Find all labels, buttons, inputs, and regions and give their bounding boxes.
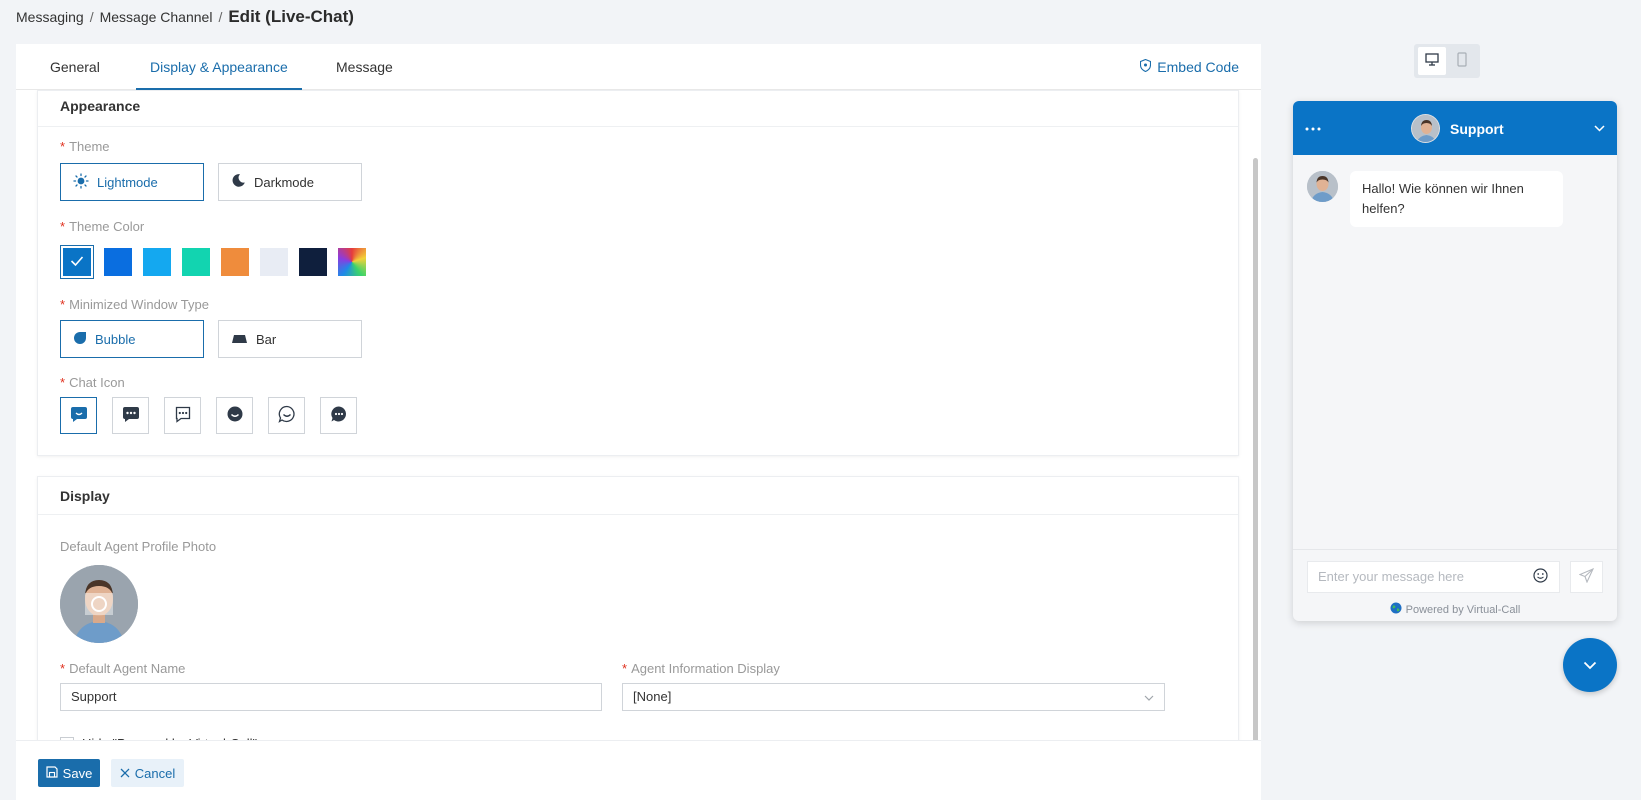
chat-dots-outline-icon xyxy=(174,405,192,426)
widget-title-group: Support xyxy=(1411,114,1504,143)
avatar xyxy=(1307,171,1338,202)
preview-device-toggle xyxy=(1414,44,1480,78)
message-input[interactable]: Enter your message here xyxy=(1307,561,1560,593)
breadcrumb-item-message-channel[interactable]: Message Channel xyxy=(100,9,213,25)
check-icon xyxy=(70,254,84,270)
tab-message[interactable]: Message xyxy=(336,44,393,90)
tab-general[interactable]: General xyxy=(50,44,100,90)
minimized-window-type-label: * Minimized Window Type xyxy=(60,297,209,312)
desktop-preview-button[interactable] xyxy=(1418,47,1446,75)
bubble-icon xyxy=(73,331,87,348)
save-button[interactable]: Save xyxy=(38,759,100,787)
color-swatch-orange[interactable] xyxy=(221,248,249,276)
theme-option-lightmode[interactable]: Lightmode xyxy=(60,163,204,201)
color-swatch-royal-blue[interactable] xyxy=(104,248,132,276)
emoji-icon[interactable] xyxy=(1533,568,1548,586)
cancel-button[interactable]: Cancel xyxy=(111,759,184,787)
color-swatch-light-gray[interactable] xyxy=(260,248,288,276)
avatar xyxy=(1411,114,1440,143)
embed-code-label: Embed Code xyxy=(1157,59,1239,75)
desktop-icon xyxy=(1425,53,1439,69)
bar-icon xyxy=(231,332,248,347)
action-footer: Save Cancel xyxy=(16,740,1261,800)
settings-scroll-area[interactable]: Appearance * Theme Lightmode Darkmode * Th… xyxy=(16,90,1261,784)
theme-color-label: * Theme Color xyxy=(60,219,145,234)
powered-by-label: Powered by Virtual-Call xyxy=(1405,603,1521,616)
more-options-icon[interactable] xyxy=(1305,115,1321,136)
theme-option-darkmode[interactable]: Darkmode xyxy=(218,163,362,201)
breadcrumb-item-messaging[interactable]: Messaging xyxy=(16,9,84,25)
color-swatch-blue[interactable] xyxy=(60,245,94,279)
embed-code-link[interactable]: Embed Code xyxy=(1140,58,1239,75)
color-swatch-sky-blue[interactable] xyxy=(143,248,171,276)
chat-icon-options xyxy=(60,397,360,435)
chat-icon-option-4[interactable] xyxy=(216,397,253,434)
mobile-icon xyxy=(1457,52,1467,70)
chat-icon-option-1[interactable] xyxy=(60,397,97,434)
chat-smile-icon xyxy=(70,405,88,426)
chevron-down-icon[interactable] xyxy=(1594,119,1605,135)
agent-message: Hallo! Wie können wir Ihnen helfen? xyxy=(1307,171,1563,227)
send-icon xyxy=(1578,567,1595,586)
agent-name-label: * Default Agent Name xyxy=(60,661,186,676)
chat-icon-option-5[interactable] xyxy=(268,397,305,434)
window-type-label: Bar xyxy=(256,331,277,347)
agent-name-input[interactable]: Support xyxy=(60,683,602,711)
widget-header-title: Support xyxy=(1450,120,1504,137)
widget-composer: Enter your message here Powered by Virtu… xyxy=(1293,549,1617,621)
chat-round-dots-icon xyxy=(330,405,348,426)
chat-widget-preview: Support Hallo! Wie können wir Ihnen helf… xyxy=(1293,101,1617,621)
window-type-option-bubble[interactable]: Bubble xyxy=(60,320,204,358)
profile-photo-label: Default Agent Profile Photo xyxy=(60,539,217,554)
chat-round-outline-icon xyxy=(277,405,296,426)
breadcrumb-separator: / xyxy=(218,9,223,25)
main-panel: General Display & Appearance Message Emb… xyxy=(16,44,1261,800)
save-label: Save xyxy=(62,765,93,781)
theme-label: * Theme xyxy=(60,139,110,154)
minimize-chat-button[interactable] xyxy=(1563,638,1617,692)
powered-by: Powered by Virtual-Call xyxy=(1293,602,1617,617)
tab-bar: General Display & Appearance Message Emb… xyxy=(16,44,1261,90)
color-swatch-navy[interactable] xyxy=(299,248,327,276)
page-title: Edit (Live-Chat) xyxy=(228,7,354,26)
color-swatch-teal[interactable] xyxy=(182,248,210,276)
save-icon xyxy=(46,765,58,781)
chat-icon-option-2[interactable] xyxy=(112,397,149,434)
display-card: Display Default Agent Profile Photo * Def… xyxy=(37,476,1239,784)
send-button[interactable] xyxy=(1570,561,1603,593)
display-title: Display xyxy=(38,477,1238,515)
chat-icon-label: * Chat Icon xyxy=(60,375,125,390)
scrollbar-thumb[interactable] xyxy=(1253,158,1258,748)
chevron-down-icon xyxy=(1144,685,1154,711)
window-type-option-bar[interactable]: Bar xyxy=(218,320,362,358)
window-type-label: Bubble xyxy=(95,331,136,347)
close-icon xyxy=(120,766,130,781)
breadcrumb-separator: / xyxy=(89,9,94,25)
chat-icon-option-3[interactable] xyxy=(164,397,201,434)
chevron-down-icon xyxy=(1583,657,1597,673)
appearance-title: Appearance xyxy=(38,91,1238,127)
tab-display-appearance[interactable]: Display & Appearance xyxy=(136,44,302,90)
agent-info-display-value: [None] xyxy=(633,689,672,704)
breadcrumb: Messaging / Message Channel / Edit (Live… xyxy=(16,7,354,27)
mobile-preview-button[interactable] xyxy=(1448,47,1476,75)
appearance-card: Appearance * Theme Lightmode Darkmode * Th… xyxy=(37,90,1239,456)
moon-icon xyxy=(231,173,246,191)
agent-info-display-label: * Agent Information Display xyxy=(622,661,780,676)
color-swatch-custom-gradient[interactable] xyxy=(338,248,366,276)
chat-round-smile-icon xyxy=(226,405,244,426)
agent-profile-photo[interactable] xyxy=(60,565,138,643)
shield-icon xyxy=(1140,58,1152,75)
agent-info-display-select[interactable]: [None] xyxy=(622,683,1165,711)
sun-icon xyxy=(73,172,89,192)
globe-icon xyxy=(1390,602,1402,617)
cancel-label: Cancel xyxy=(134,765,176,781)
chat-icon-option-6[interactable] xyxy=(320,397,357,434)
theme-option-label: Lightmode xyxy=(97,174,158,190)
message-bubble: Hallo! Wie können wir Ihnen helfen? xyxy=(1350,171,1563,227)
widget-header: Support xyxy=(1293,101,1617,155)
chat-dots-filled-icon xyxy=(122,405,140,426)
theme-option-label: Darkmode xyxy=(254,174,314,190)
